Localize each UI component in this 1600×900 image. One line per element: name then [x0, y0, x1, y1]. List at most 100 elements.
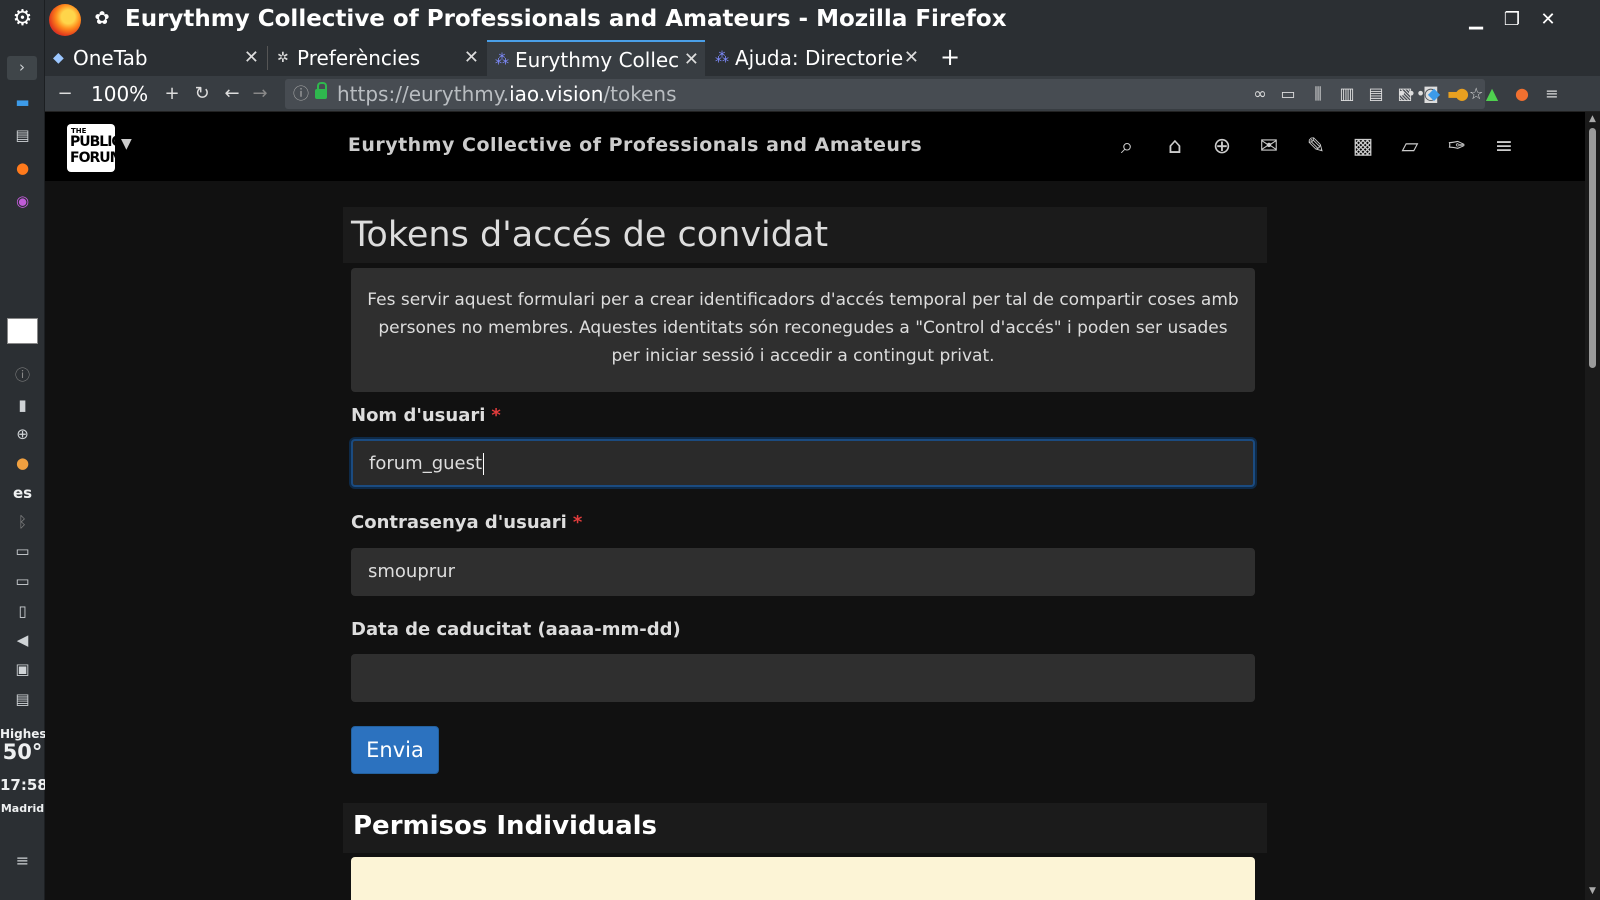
tab-divider	[267, 46, 268, 70]
addon-icon[interactable]: ●	[1511, 76, 1533, 112]
library-icon[interactable]: ⫼	[1307, 76, 1329, 112]
scroll-up-icon[interactable]: ▲	[1587, 114, 1598, 124]
permissions-heading: Permisos Individuals	[353, 811, 658, 841]
media-player-icon[interactable]: ◉	[0, 190, 45, 212]
tab-bar: ◆ OneTab ✕ ✲ Preferències ✕ ⁂ Eurythmy C…	[45, 40, 1600, 76]
hubzilla-icon: ⁂	[715, 50, 729, 66]
onetab-icon: ◆	[53, 50, 64, 66]
password-value: smouprur	[368, 561, 455, 582]
description-box: Fes servir aquest formulari per a crear …	[351, 268, 1255, 392]
blocker-extension-icon[interactable]: ▲	[1481, 76, 1503, 112]
clipboard-icon[interactable]: ▮	[0, 394, 45, 416]
hubzilla-icon: ⁂	[495, 52, 509, 68]
window-title: Eurythmy Collective of Professionals and…	[125, 6, 1007, 32]
monitor-icon[interactable]: ▣	[0, 658, 45, 680]
zoom-in-button[interactable]: +	[159, 76, 185, 112]
forward-icon[interactable]: →	[247, 76, 273, 112]
tab-onetab[interactable]: ◆ OneTab ✕	[45, 40, 265, 76]
site-header: THE PUBLIC FORUM ▼ Eurythmy Collective o…	[45, 112, 1585, 181]
url-prefix: https://eurythmy.	[337, 82, 510, 106]
weather-label: Highes	[0, 727, 47, 741]
expiry-date-input[interactable]	[351, 654, 1255, 702]
weather-applet-icon[interactable]: ●	[0, 452, 45, 474]
expiry-date-label-text: Data de caducitat (aaaa-mm-dd)	[351, 619, 681, 640]
menu-icon[interactable]: ≡	[1489, 132, 1519, 162]
username-input[interactable]: forum_guest	[351, 439, 1255, 487]
kde-logo-icon[interactable]: ⚙	[0, 8, 45, 30]
minimize-icon[interactable]: ▁	[1463, 8, 1489, 32]
panel-menu-icon[interactable]: ≡	[0, 850, 45, 872]
page-title: Tokens d'accés de convidat	[351, 215, 829, 255]
window-thumbnail-icon[interactable]	[7, 318, 38, 344]
update-icon[interactable]: ⊕	[0, 423, 45, 445]
submit-button[interactable]: Envia	[351, 726, 439, 774]
pencil-icon[interactable]: ✎	[1301, 132, 1331, 162]
downloads-icon[interactable]: ▭	[1277, 76, 1299, 112]
url-domain: iao.vision	[509, 82, 604, 106]
note-icon[interactable]: ▱	[1395, 132, 1425, 162]
restore-icon[interactable]: ❐	[1499, 8, 1525, 32]
clipboard-manager-icon[interactable]: ▤	[0, 688, 45, 710]
privacy-extension-icon[interactable]: ●	[1451, 76, 1473, 112]
close-tab-icon[interactable]: ✕	[464, 40, 479, 76]
tab-eurythmy[interactable]: ⁂ Eurythmy Collec ✕	[487, 40, 705, 76]
image-icon[interactable]: ▩	[1348, 132, 1378, 162]
close-window-icon[interactable]: ✕	[1535, 8, 1561, 32]
bluetooth-icon[interactable]: ᛒ	[0, 511, 45, 533]
new-tab-button[interactable]: +	[935, 40, 965, 76]
hamburger-menu-icon[interactable]: ≡	[1541, 76, 1563, 112]
username-label: Nom d'usuari *	[351, 405, 501, 426]
gear-icon: ✲	[277, 50, 289, 66]
notification-icon[interactable]: ⓘ	[0, 364, 45, 386]
battery-icon[interactable]: ▯	[0, 600, 45, 622]
network-icon[interactable]: ▭	[0, 570, 45, 592]
extension-icon[interactable]: ▤	[1365, 76, 1387, 112]
sidebar-icon[interactable]: ▥	[1336, 76, 1358, 112]
username-label-text: Nom d'usuari	[351, 405, 486, 426]
password-input[interactable]: smouprur	[351, 548, 1255, 596]
reload-icon[interactable]: ↻	[189, 76, 215, 112]
reader-mode-icon[interactable]: ∞	[1249, 76, 1271, 112]
expand-panel-icon[interactable]: ›	[7, 56, 37, 80]
url-text[interactable]: https://eurythmy.iao.vision/tokens	[337, 79, 677, 109]
scrollbar-thumb[interactable]	[1589, 128, 1596, 368]
password-label-text: Contrasenya d'usuari	[351, 512, 567, 533]
scroll-down-icon[interactable]: ▼	[1587, 886, 1598, 896]
tab-label: Ajuda: Directorie	[735, 46, 904, 70]
text-editor-icon[interactable]: ▤	[0, 124, 45, 146]
permissions-notice	[351, 857, 1255, 900]
chat-icon[interactable]: ✑	[1442, 132, 1472, 162]
home-icon[interactable]: ⌂	[1160, 132, 1190, 162]
back-icon[interactable]: ←	[219, 76, 245, 112]
keyboard-layout[interactable]: es	[0, 484, 45, 502]
close-tab-icon[interactable]: ✕	[244, 40, 259, 76]
expiry-date-label: Data de caducitat (aaaa-mm-dd)	[351, 619, 681, 640]
close-tab-icon[interactable]: ✕	[904, 40, 919, 76]
page-scrollbar[interactable]: ▲ ▼	[1585, 112, 1600, 900]
nav-toolbar: − 100% + ↻ ← → ⓘ https://eurythmy.iao.vi…	[45, 76, 1600, 112]
title-section: Tokens d'accés de convidat	[343, 207, 1267, 263]
url-bar[interactable]: ⓘ https://eurythmy.iao.vision/tokens •••…	[285, 79, 1485, 109]
site-name[interactable]: Eurythmy Collective of Professionals and…	[45, 134, 1225, 156]
tab-help-directories[interactable]: ⁂ Ajuda: Directorie ✕	[707, 40, 925, 76]
onetab-toolbar-icon[interactable]: ◆	[1423, 76, 1445, 112]
zoom-out-button[interactable]: −	[51, 76, 79, 112]
add-user-icon[interactable]: ⊕	[1207, 132, 1237, 162]
envelope-icon[interactable]: ✉	[1254, 132, 1284, 162]
pin-icon[interactable]: ✿	[91, 8, 113, 30]
zoom-level[interactable]: 100%	[91, 76, 148, 112]
reader-view-icon[interactable]: ▧	[1394, 76, 1416, 112]
file-manager-icon[interactable]: ▬	[0, 91, 45, 113]
clock-time[interactable]: 17:58	[0, 776, 48, 794]
close-tab-icon[interactable]: ✕	[684, 42, 699, 76]
volume-icon[interactable]: ◀	[0, 629, 45, 651]
tab-label: OneTab	[73, 46, 148, 70]
site-info-icon[interactable]: ⓘ	[293, 79, 309, 109]
username-value: forum_guest	[369, 453, 483, 474]
firefox-icon[interactable]: ●	[0, 157, 45, 179]
tab-preferences[interactable]: ✲ Preferències ✕	[269, 40, 485, 76]
temperature[interactable]: 50°	[0, 740, 45, 764]
lock-icon[interactable]	[315, 82, 327, 100]
display-icon[interactable]: ▭	[0, 540, 45, 562]
search-icon[interactable]: ⌕	[1112, 132, 1142, 162]
